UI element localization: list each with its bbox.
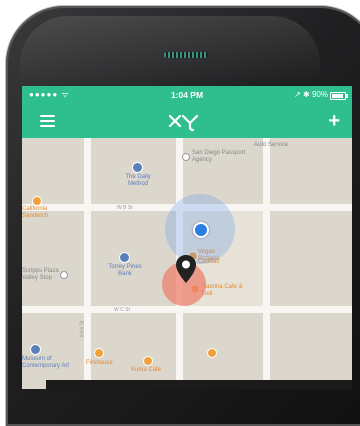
status-icons: ↗ ✱ 90% [294,90,328,99]
menu-icon[interactable] [40,115,55,127]
map-view[interactable]: W B St W C St India St San Diego Passpor… [22,138,352,389]
street-vertical [263,138,270,389]
map-block [270,211,352,306]
map-block [22,211,84,306]
map-block [270,313,352,389]
poi-museum: Museum of Contemporary Art [22,356,70,369]
street-w-c [22,306,352,313]
street-label-w-b: W B St [117,205,133,211]
poi-firehouse: Firehouse [86,360,113,366]
phone-screen: ●●●●● ᯤ 1:04 PM ↗ ✱ 90% + W B St W C St … [22,86,352,389]
poi-daily-method: The Daily Method [125,174,151,187]
xy-logo-icon [168,114,199,132]
earpiece-speaker [164,52,208,58]
poi-marker-california-sandwich[interactable] [32,196,42,206]
map-pin-icon[interactable] [175,254,197,284]
battery-icon [330,92,348,100]
poi-san-diego-passport: San Diego Passport Agency [192,150,246,163]
current-location-dot[interactable] [193,222,209,238]
poi-marker-daily-method[interactable] [132,162,143,173]
street-label-w-c: W C St [114,307,130,313]
poi-marker-torrey-pines[interactable] [119,252,130,263]
street-vertical [84,138,91,389]
poi-marker[interactable] [207,348,217,358]
poi-california-sandwich: California Sandwich [22,206,49,219]
street-label-india: India St [79,320,86,338]
phone-gloss [20,16,320,86]
poi-scripps-plaza: Scripps Plaza Valley Stop [22,268,59,281]
plus-icon[interactable]: + [328,108,340,134]
poi-kuma-cafe: Kuma Cafe [130,367,161,373]
map-block [183,313,263,389]
map-block [22,138,84,204]
bottom-sheet-edge [46,380,352,389]
poi-auto-service: Auto Service [254,142,289,148]
poi-marker-firehouse[interactable] [94,348,104,358]
poi-marker-scripps[interactable] [60,271,68,279]
poi-sabrina: Sabrina Cafe & Deli [202,284,243,297]
poi-marker-museum[interactable] [30,344,41,355]
poi-torrey-pines-bank: Torrey Pines Bank [108,264,142,277]
poi-marker[interactable] [182,153,190,161]
app-header: ●●●●● ᯤ 1:04 PM ↗ ✱ 90% + [22,86,352,138]
nav-bar: + [22,104,352,138]
poi-marker-kuma[interactable] [143,356,153,366]
status-bar: ●●●●● ᯤ 1:04 PM ↗ ✱ 90% [22,86,352,104]
